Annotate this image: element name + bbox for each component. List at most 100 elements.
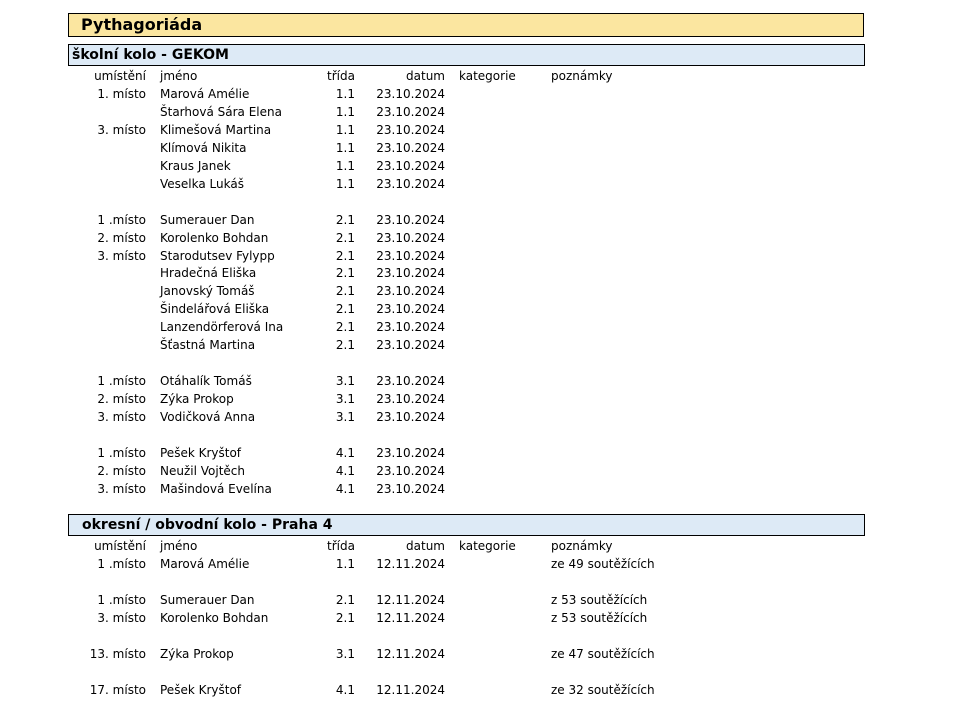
cell-date: 23.10.2024	[376, 410, 445, 425]
cell-date: 23.10.2024	[376, 140, 445, 155]
cell-date: 23.10.2024	[376, 212, 445, 227]
table-row: Štarhová Sára Elena 1.1 23.10.2024	[0, 103, 960, 121]
cell-name: Sumerauer Dan	[160, 212, 255, 227]
cell-place: 3. místo	[97, 248, 146, 263]
results-sheet: Pythagoriáda školní kolo - GEKOM umístění…	[0, 0, 960, 720]
table-row: 3. místo Mašindová Evelína 4.1 23.10.2024	[0, 480, 960, 498]
cell-date: 23.10.2024	[376, 338, 445, 353]
cell-place: 3. místo	[97, 122, 146, 137]
cell-place: 3. místo	[97, 410, 146, 425]
cell-class: 4.1	[335, 481, 355, 496]
cell-name: Klímová Nikita	[160, 140, 247, 155]
cell-place: 1 .místo	[97, 556, 146, 571]
table-row: 3. místo Vodičková Anna 3.1 23.10.2024	[0, 408, 960, 426]
cell-date: 23.10.2024	[376, 230, 445, 245]
cell-date: 23.10.2024	[376, 86, 445, 101]
cell-name: Hradečná Eliška	[160, 266, 257, 281]
cell-class: 2.1	[335, 230, 355, 245]
cell-class: 2.1	[335, 266, 355, 281]
cell-class: 2.1	[335, 212, 355, 227]
cell-place: 1 .místo	[97, 445, 146, 460]
cell-place: 1 .místo	[97, 212, 146, 227]
section-heading: školní kolo - GEKOM	[68, 44, 865, 66]
cell-name: Marová Amélie	[160, 556, 250, 571]
cell-class: 1.1	[335, 176, 355, 191]
table-row: Klímová Nikita 1.1 23.10.2024	[0, 139, 960, 157]
cell-name: Klimešová Martina	[160, 122, 272, 137]
table-row: 2. místo Zýka Prokop 3.1 23.10.2024	[0, 390, 960, 408]
cell-date: 23.10.2024	[376, 481, 445, 496]
cell-date: 23.10.2024	[376, 374, 445, 389]
table-row: 3. místo Starodutsev Fylypp 2.1 23.10.2024	[0, 247, 960, 265]
cell-name: Vodičková Anna	[160, 410, 256, 425]
cell-date: 23.10.2024	[376, 392, 445, 407]
table-row: 1 .místo Otáhalík Tomáš 3.1 23.10.2024	[0, 372, 960, 390]
cell-name: Šťastná Martina	[160, 338, 256, 353]
table-row: 2. místo Korolenko Bohdan 2.1 23.10.2024	[0, 229, 960, 247]
cell-class: 1.1	[335, 86, 355, 101]
cell-name: Zýka Prokop	[160, 646, 234, 661]
cell-class: 3.1	[335, 392, 355, 407]
cell-name: Štarhová Sára Elena	[160, 104, 282, 119]
cell-name: Korolenko Bohdan	[160, 230, 269, 245]
cell-name: Sumerauer Dan	[160, 592, 255, 607]
table-row: 1. místo Marová Amélie 1.1 23.10.2024	[0, 85, 960, 103]
column-header-class: třída	[327, 69, 355, 83]
cell-notes: z 53 soutěžících	[551, 610, 648, 625]
cell-name: Janovský Tomáš	[160, 284, 255, 299]
cell-date: 23.10.2024	[376, 176, 445, 191]
cell-class: 2.1	[335, 320, 355, 335]
column-header-category: kategorie	[459, 539, 516, 553]
cell-class: 4.1	[335, 463, 355, 478]
cell-class: 1.1	[335, 104, 355, 119]
cell-class: 2.1	[335, 284, 355, 299]
table-row: Lanzendörferová Ina 2.1 23.10.2024	[0, 318, 960, 336]
column-header-row: umístění jméno třída datum kategorie poznámky	[0, 67, 960, 85]
table-row: Šťastná Martina 2.1 23.10.2024	[0, 336, 960, 354]
cell-notes: z 53 soutěžících	[551, 592, 648, 607]
cell-name: Zýka Prokop	[160, 392, 234, 407]
cell-class: 1.1	[335, 556, 355, 571]
table-row: Kraus Janek 1.1 23.10.2024	[0, 157, 960, 175]
cell-place: 3. místo	[97, 610, 146, 625]
cell-name: Veselka Lukáš	[160, 176, 244, 191]
column-header-notes: poznámky	[551, 539, 613, 553]
table-row: 3. místo Klimešová Martina 1.1 23.10.2024	[0, 121, 960, 139]
cell-class: 1.1	[335, 122, 355, 137]
table-row: 1 .místo Marová Amélie 1.1 12.11.2024 ze 49 …	[0, 555, 960, 573]
cell-date: 12.11.2024	[376, 556, 445, 571]
column-header-notes: poznámky	[551, 69, 613, 83]
cell-class: 1.1	[335, 140, 355, 155]
cell-name: Marová Amélie	[160, 86, 250, 101]
cell-date: 23.10.2024	[376, 320, 445, 335]
table-row: 3. místo Korolenko Bohdan 2.1 12.11.2024 z 5…	[0, 609, 960, 627]
cell-place: 2. místo	[97, 463, 146, 478]
table-row: 17. místo Pešek Kryštof 4.1 12.11.2024 ze 32…	[0, 681, 960, 699]
cell-name: Mašindová Evelína	[160, 481, 272, 496]
cell-name: Neužil Vojtěch	[160, 463, 245, 478]
cell-date: 12.11.2024	[376, 610, 445, 625]
cell-class: 2.1	[335, 592, 355, 607]
column-header-date: datum	[406, 69, 445, 83]
cell-name: Lanzendörferová Ina	[160, 320, 284, 335]
cell-class: 3.1	[335, 374, 355, 389]
cell-date: 23.10.2024	[376, 266, 445, 281]
cell-notes: ze 47 soutěžících	[551, 646, 655, 661]
cell-place: 13. místo	[89, 646, 146, 661]
cell-name: Korolenko Bohdan	[160, 610, 269, 625]
cell-place: 1. místo	[97, 86, 146, 101]
cell-date: 23.10.2024	[376, 284, 445, 299]
table-row: Šindelářová Eliška 2.1 23.10.2024	[0, 300, 960, 318]
cell-class: 2.1	[335, 302, 355, 317]
cell-class: 4.1	[335, 682, 355, 697]
column-header-place: umístění	[94, 539, 146, 553]
cell-date: 23.10.2024	[376, 104, 445, 119]
cell-class: 2.1	[335, 338, 355, 353]
cell-date: 12.11.2024	[376, 646, 445, 661]
cell-date: 23.10.2024	[376, 302, 445, 317]
cell-class: 1.1	[335, 158, 355, 173]
cell-date: 23.10.2024	[376, 158, 445, 173]
table-row: Janovský Tomáš 2.1 23.10.2024	[0, 282, 960, 300]
cell-date: 12.11.2024	[376, 592, 445, 607]
cell-notes: ze 32 soutěžících	[551, 682, 655, 697]
